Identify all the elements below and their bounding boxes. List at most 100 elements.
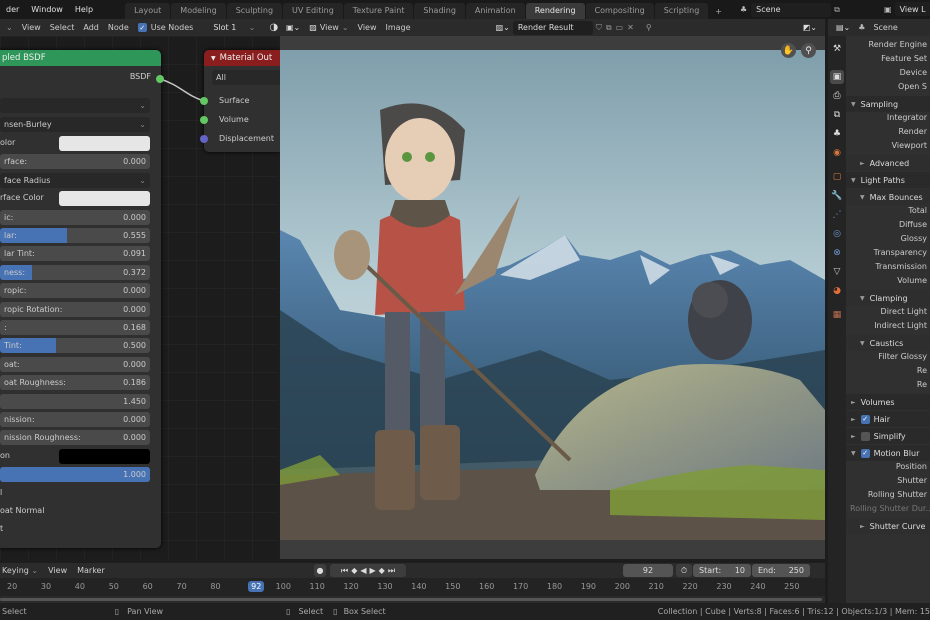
node-field-slider[interactable]: rface: 0.000 <box>0 154 150 170</box>
node-field-slider[interactable]: ic: 0.000 <box>0 209 150 225</box>
material-output-node[interactable]: ▼ Material Out All Surface Volume Displac… <box>200 50 282 152</box>
color-swatch[interactable] <box>59 136 150 151</box>
target-dropdown[interactable]: All <box>212 70 282 85</box>
panel-header-hair[interactable]: ► ✓ Hair <box>846 411 930 427</box>
panel-header-advanced[interactable]: ► Advanced <box>846 155 930 171</box>
current-frame-indicator[interactable]: 92 <box>248 581 265 592</box>
node-field-slider[interactable]: : 0.168 <box>0 320 150 335</box>
add-workspace-button[interactable]: + <box>709 4 728 19</box>
menu-view[interactable]: View <box>358 23 377 32</box>
image-name-field[interactable]: Render Result <box>512 20 593 35</box>
subsurface-method-dropdown[interactable]: nsen-Burley ⌄ <box>0 117 150 132</box>
render-tab-icon[interactable]: ▣ <box>830 70 844 84</box>
image-browse-icon[interactable]: ▨⌄ <box>496 23 510 32</box>
node-field-slider[interactable]: 1.000 <box>0 467 150 483</box>
bsdf-output-socket[interactable] <box>156 75 164 83</box>
node-field-slider[interactable]: lar: 0.555 <box>0 228 150 243</box>
open-folder-icon[interactable]: ▭ <box>616 23 624 33</box>
scene-name-field[interactable]: Scene <box>751 2 832 17</box>
preview-range-toggle[interactable]: ⏱ <box>676 564 692 577</box>
workspace-tab-compositing[interactable]: Compositing <box>585 3 654 19</box>
current-frame-field[interactable]: 92 <box>623 564 673 577</box>
object-tab-icon[interactable]: ▢ <box>830 170 844 184</box>
view-layer-field[interactable]: View L <box>894 2 930 16</box>
view-mode-dropdown[interactable]: ▨ View ⌄ <box>309 23 348 32</box>
menu-keying[interactable]: Keying ⌄ <box>2 566 38 575</box>
fake-user-shield-icon[interactable]: ⛉ <box>596 23 602 33</box>
panel-checkbox[interactable] <box>860 431 870 441</box>
scene-tab-icon[interactable]: ♣ <box>830 127 844 141</box>
constraints-tab-icon[interactable]: ⊗ <box>830 246 844 260</box>
node-field-slider[interactable]: nission: 0.000 <box>0 412 150 427</box>
principled-bsdf-node[interactable]: pled BSDF BSDF ⌄ nsen-Burley ⌄ olor rface:… <box>0 50 164 548</box>
panel-checkbox[interactable]: ✓ <box>860 448 870 458</box>
surface-input-socket[interactable] <box>200 97 208 105</box>
workspace-tab-texture-paint[interactable]: Texture Paint <box>343 3 414 19</box>
workspace-tab-uv-editing[interactable]: UV Editing <box>283 3 343 19</box>
menu-image[interactable]: Image <box>386 23 411 32</box>
end-frame-field[interactable]: End: 250 <box>752 564 810 577</box>
panel-header-light-paths[interactable]: ▼ Light Paths <box>846 172 930 188</box>
start-frame-field[interactable]: Start: 10 <box>693 564 751 577</box>
panel-header-max-bounces[interactable]: ▼ Max Bounces <box>846 189 930 205</box>
menu-view[interactable]: View <box>48 566 67 575</box>
jump-start-icon[interactable]: ⏮ <box>341 566 348 576</box>
timeline-ruler[interactable]: 20 30 40 50 60 70 80 92 100 110 120 130 140 150 160 170… <box>0 578 825 596</box>
jump-end-icon[interactable]: ⏭ <box>388 566 395 576</box>
collapse-triangle-icon[interactable]: ▼ <box>211 55 216 62</box>
tool-tab-icon[interactable]: ⚒ <box>830 42 844 56</box>
new-scene-icon[interactable]: ⧉ <box>834 5 840 15</box>
node-field-dropdown[interactable]: face Radius ⌄ <box>0 172 150 188</box>
close-icon[interactable]: ✕ <box>627 23 634 33</box>
panel-header-caustics[interactable]: ▼ Caustics <box>846 335 930 351</box>
editor-type-icon[interactable]: ▤⌄ <box>836 23 850 32</box>
volume-input-socket[interactable] <box>200 116 208 124</box>
node-field-slider[interactable]: ropic: 0.000 <box>0 283 150 299</box>
node-field-slider[interactable]: ness: 0.372 <box>0 264 150 280</box>
node-field-slider[interactable]: nission Roughness: 0.000 <box>0 430 150 446</box>
panel-header-sampling[interactable]: ▼ Sampling <box>846 96 930 112</box>
node-field-slider[interactable]: 1.450 <box>0 393 150 409</box>
play-reverse-icon[interactable]: ◀ <box>360 566 366 575</box>
workspace-tab-scripting[interactable]: Scripting <box>654 3 709 19</box>
node-field-slider[interactable]: oat Roughness: 0.186 <box>0 375 150 391</box>
displacement-input-socket[interactable] <box>200 135 208 143</box>
scrollbar-thumb[interactable] <box>0 598 822 601</box>
distribution-dropdown[interactable]: ⌄ <box>0 98 150 113</box>
new-image-icon[interactable]: ⧉ <box>606 23 612 33</box>
panel-header-clamping[interactable]: ▼ Clamping <box>846 290 930 306</box>
color-swatch[interactable] <box>59 191 150 207</box>
physics-tab-icon[interactable]: ◎ <box>830 227 844 241</box>
record-button[interactable]: ● <box>314 564 326 577</box>
texture-tab-icon[interactable]: ▦ <box>830 308 844 322</box>
panel-header-motion-blur[interactable]: ▼ ✓ Motion Blur <box>846 445 930 461</box>
scene-selector[interactable]: ♣ Scene ⧉ <box>740 2 860 17</box>
workspace-tab-rendering[interactable]: Rendering <box>525 3 585 19</box>
panel-header-simplify[interactable]: ► Simplify <box>846 428 930 444</box>
pin-icon[interactable]: ⚲ <box>646 23 652 33</box>
prev-keyframe-icon[interactable]: ◆ <box>351 566 357 575</box>
node-field-slider[interactable]: oat: 0.000 <box>0 356 150 372</box>
world-tab-icon[interactable]: ◉ <box>830 146 844 160</box>
zoom-magnifier-icon[interactable]: ⚲ <box>801 43 816 58</box>
view-layer-tab-icon[interactable]: ⧉ <box>830 108 844 122</box>
play-icon[interactable]: ▶ <box>370 566 376 575</box>
panel-header-volumes[interactable]: ► Volumes <box>846 394 930 410</box>
workspace-tab-shading[interactable]: Shading <box>414 3 465 19</box>
data-tab-icon[interactable]: ▽ <box>830 265 844 279</box>
material-tab-icon[interactable]: ◕ <box>830 284 844 298</box>
panel-header-shutter-curve[interactable]: ► Shutter Curve <box>846 518 930 534</box>
node-field-slider[interactable]: lar Tint: 0.091 <box>0 246 150 262</box>
editor-type-icon[interactable]: ▣⌄ <box>286 23 300 32</box>
node-field-slider[interactable]: Tint: 0.500 <box>0 338 150 354</box>
next-keyframe-icon[interactable]: ◆ <box>379 566 385 575</box>
view-layer-selector[interactable]: ▣ View L <box>884 2 930 16</box>
timeline-scrollbar[interactable] <box>0 596 825 603</box>
color-swatch[interactable] <box>59 448 150 464</box>
node-field-slider[interactable]: ropic Rotation: 0.000 <box>0 301 150 317</box>
panel-checkbox[interactable]: ✓ <box>860 414 870 424</box>
display-channels-icon[interactable]: ◩⌄ <box>803 23 817 32</box>
output-tab-icon[interactable]: ⎙ <box>830 89 844 103</box>
particles-tab-icon[interactable]: ⋰ <box>830 208 844 222</box>
workspace-tab-animation[interactable]: Animation <box>465 3 525 19</box>
